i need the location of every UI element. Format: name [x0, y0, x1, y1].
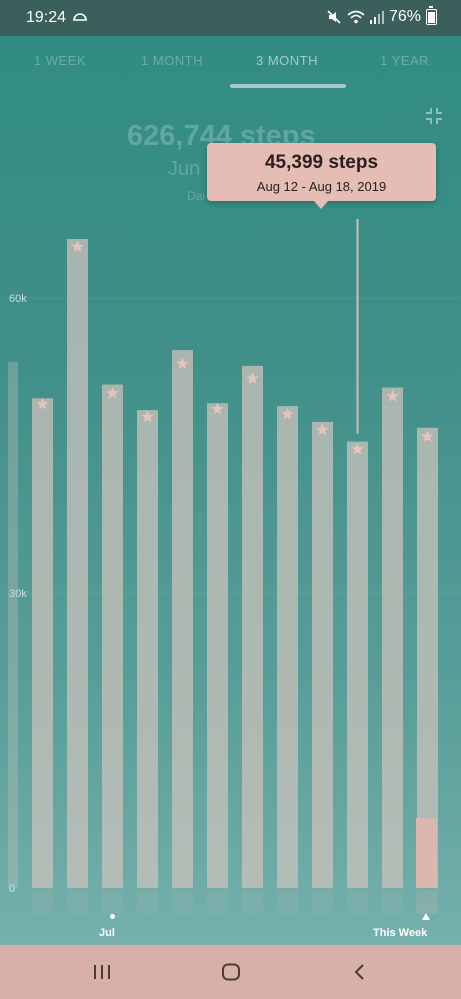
- x-axis-marker-triangle: [422, 913, 430, 920]
- bar-reflection: [277, 890, 298, 914]
- bar: [172, 350, 193, 888]
- bar-reflection: [416, 890, 437, 914]
- bar: [382, 387, 403, 888]
- bar: [312, 421, 333, 888]
- y-tick-label: 60k: [9, 293, 27, 305]
- x-label-this-week: This Week: [373, 927, 428, 939]
- bar: [137, 410, 158, 888]
- recent-apps-icon[interactable]: [92, 964, 112, 980]
- bar-reflection: [137, 890, 158, 914]
- bar-reflection: [382, 890, 403, 914]
- bar-reflection: [67, 890, 88, 914]
- bar: [242, 365, 263, 889]
- bar: [347, 441, 368, 888]
- home-icon[interactable]: [221, 963, 241, 981]
- bar: [277, 406, 298, 888]
- x-axis-marker-dot: [110, 914, 115, 919]
- bar-reflection: [172, 890, 193, 914]
- bar-reflection: [347, 890, 368, 914]
- bar: [416, 818, 437, 888]
- tooltip-date-range: Aug 12 - Aug 18, 2019: [256, 179, 387, 194]
- back-icon[interactable]: [352, 963, 366, 981]
- bar: [67, 239, 88, 888]
- bar-reflection: [102, 890, 123, 914]
- tooltip-steps: 45,399 steps: [264, 152, 379, 173]
- bar-reflection: [242, 890, 263, 914]
- bar: [102, 384, 123, 888]
- bar-partial: [8, 361, 18, 889]
- bar-reflection: [312, 890, 333, 914]
- bar-reflection: [207, 890, 228, 914]
- x-label-jul: Jul: [99, 927, 115, 939]
- navigation-bar: [0, 945, 461, 999]
- screen: 19:24 76% 1 WEEK 1 MONTH 3 MONTH 1 YEAR …: [0, 0, 461, 999]
- bar: [32, 398, 53, 888]
- selected-week-tooltip: 45,399 steps Aug 12 - Aug 18, 2019: [207, 143, 436, 209]
- bar-reflection: [32, 890, 53, 914]
- bar: [207, 403, 228, 888]
